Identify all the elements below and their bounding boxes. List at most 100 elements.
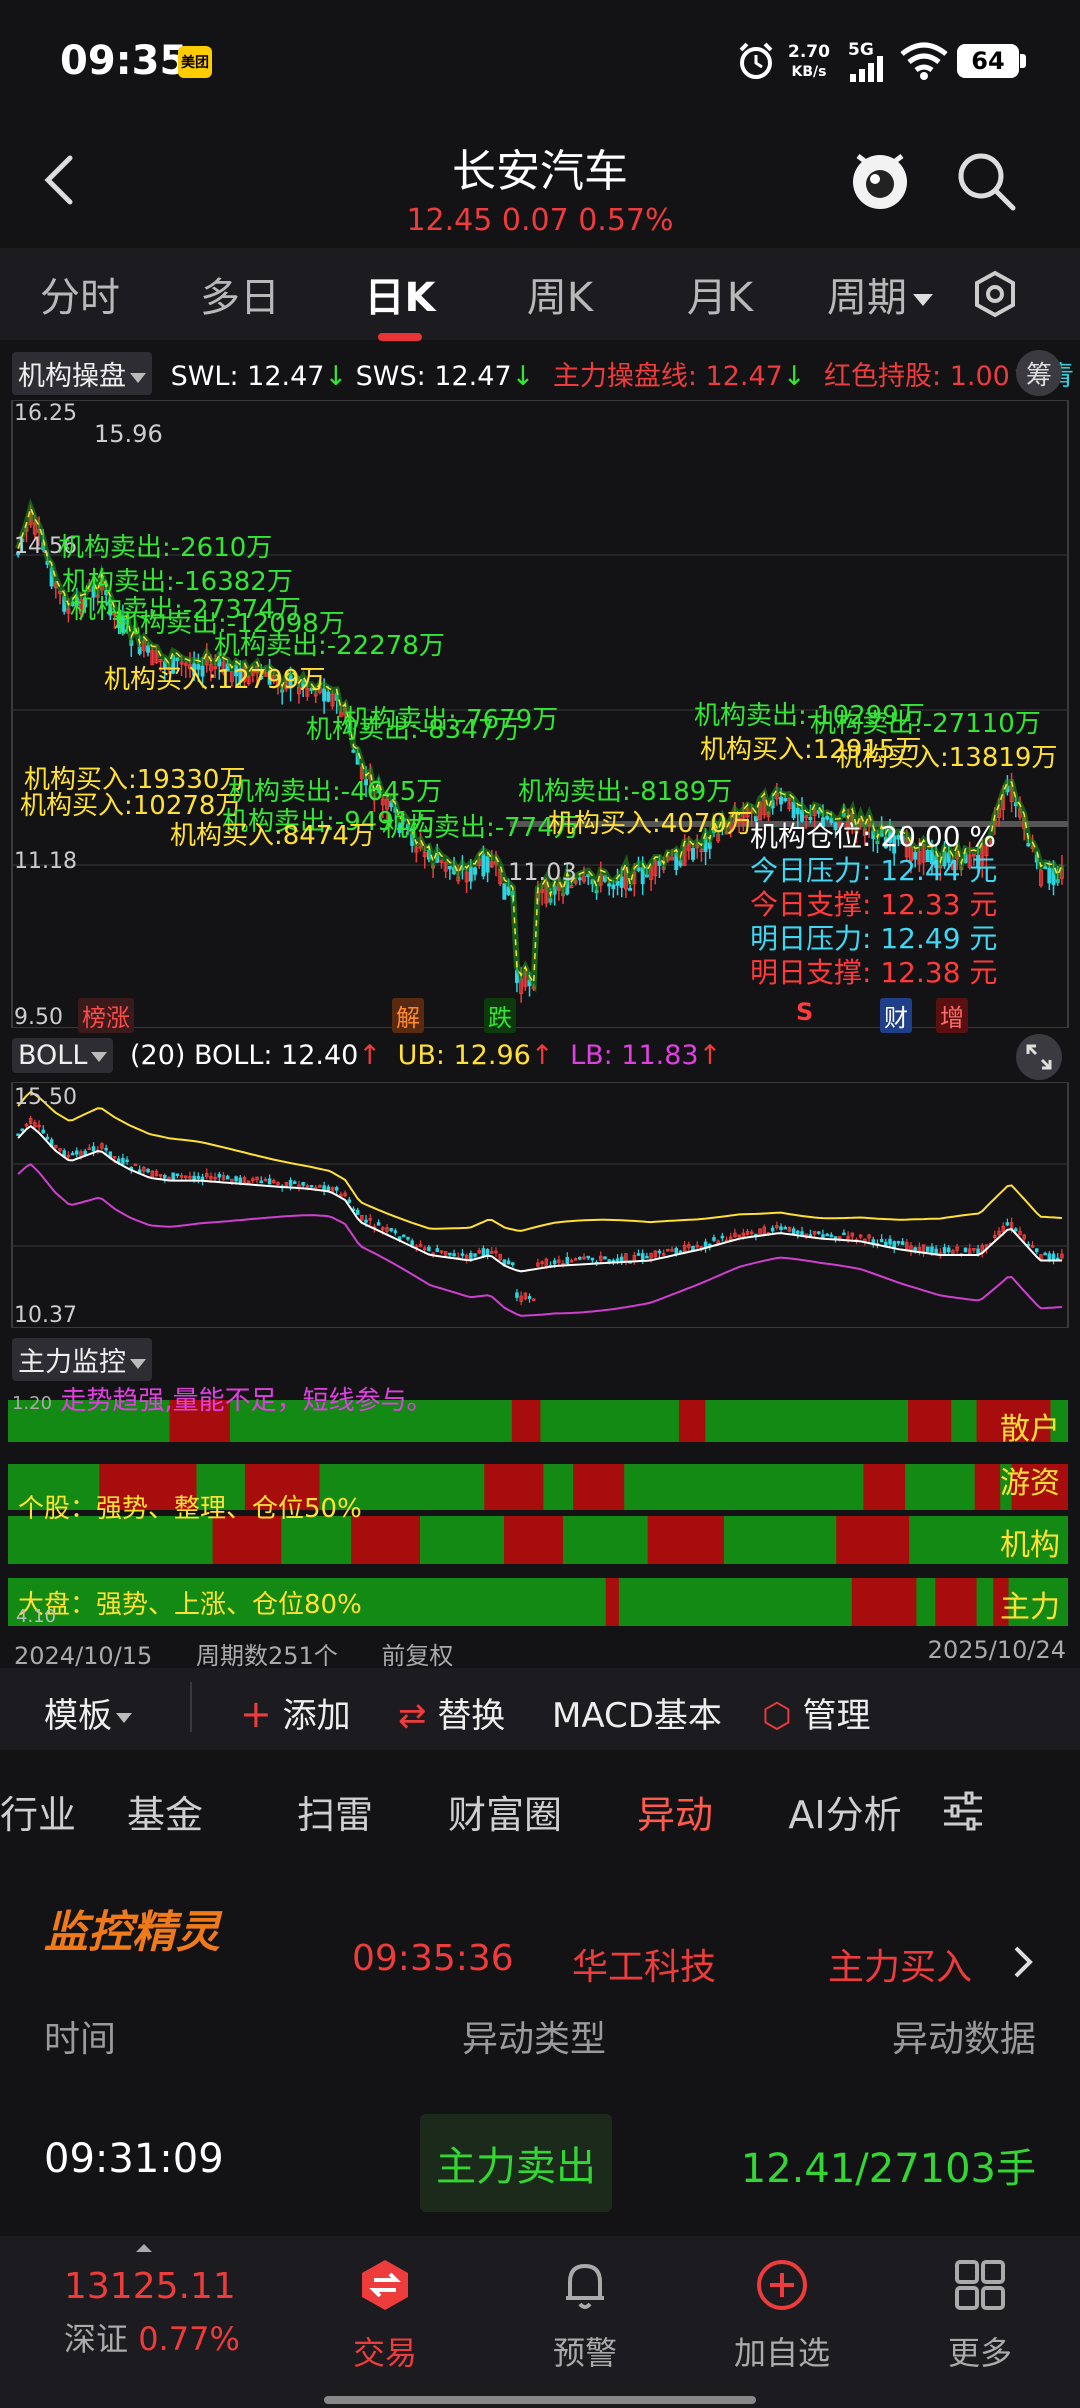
chevron-down-icon	[116, 1712, 132, 1723]
annotation-label: 机构买入:12799万	[104, 665, 325, 695]
filter-icon[interactable]	[938, 1786, 988, 1836]
market-summary: 大盘：强势、上涨、仓位80%	[18, 1590, 362, 1620]
boll-selector[interactable]: BOLL	[12, 1038, 114, 1073]
boll-upper-band	[17, 1090, 1062, 1232]
tab-industry[interactable]: 行业	[0, 1784, 80, 1839]
nav-trade[interactable]: 交易	[305, 2258, 465, 2374]
add-button[interactable]: + 添加	[240, 1688, 351, 1737]
col-time: 时间	[44, 2019, 117, 2060]
tab-daily-k[interactable]: 日K	[320, 265, 480, 341]
monitor-label-hot-money: 游资	[1000, 1466, 1060, 1501]
stat-position: 机构仓位: 20.00 %	[750, 820, 997, 853]
adjust-mode[interactable]: 前复权	[381, 1642, 453, 1670]
main-indicator-header: 机构操盘 SWL: 12.47↓ SWS: 12.47↓ 主力操盘线: 12.4…	[12, 352, 1074, 395]
tab-wealth-circle[interactable]: 财富圈	[420, 1784, 590, 1839]
grid-icon	[955, 2260, 1005, 2310]
period-count: 周期数251个	[195, 1642, 338, 1670]
add-circle-icon	[757, 2260, 807, 2310]
tab-weekly-k[interactable]: 周K	[480, 265, 640, 323]
chip-distribution-button[interactable]: 筹	[1016, 350, 1062, 396]
swl-value: SWL: 12.47	[170, 361, 325, 392]
event-tag-increase[interactable]: 增	[936, 998, 968, 1033]
monitor-bottom-label: 4.10	[16, 1606, 57, 1627]
period-tabs: 分时 多日 日K 周K 月K 周期	[0, 248, 1080, 341]
mascot-icon[interactable]	[848, 148, 912, 212]
monitor-selector[interactable]: 主力监控	[12, 1338, 152, 1381]
alarm-icon	[739, 42, 773, 79]
manage-button[interactable]: ⬡ 管理	[762, 1688, 871, 1737]
high-price-label: 15.96	[94, 420, 163, 448]
template-toolbar: 模板 + 添加 ⇄ 替换 MACD基本 ⬡ 管理	[0, 1668, 1080, 1750]
col-data: 异动数据	[891, 2019, 1036, 2060]
expand-icon[interactable]	[1016, 1034, 1062, 1080]
event-tag-rank[interactable]: 榜涨	[78, 998, 134, 1033]
annotation-label: 机构买入:10278万	[20, 791, 241, 821]
log-time: 09:31:09	[44, 2136, 224, 2182]
tab-period-label: 周期	[827, 275, 907, 321]
chevron-down-icon	[130, 372, 146, 383]
nav-more[interactable]: 更多	[900, 2258, 1060, 2374]
monitor-label-main-force: 主力	[1000, 1590, 1060, 1625]
boll-chart[interactable]: 15.50 10.37	[0, 1082, 1080, 1328]
tab-fund[interactable]: 基金	[80, 1784, 250, 1839]
monitor-logo: 监控精灵	[44, 1907, 220, 1958]
event-tag-drop[interactable]: 跌	[484, 998, 516, 1033]
boll-ub: UB: 12.96	[397, 1040, 531, 1071]
main-indicator-selector[interactable]: 机构操盘	[12, 352, 152, 395]
tab-period[interactable]: 周期	[800, 265, 960, 323]
tab-monthly-k[interactable]: 月K	[640, 265, 800, 323]
monitor-header: 主力监控	[12, 1338, 152, 1381]
annotation-label: 机构卖出:-4645万	[228, 777, 442, 807]
log-row[interactable]: 09:31:09 主力卖出 12.41/27103手	[0, 2100, 1080, 2220]
replace-icon: ⇄	[398, 1696, 427, 1736]
event-tag-unlock[interactable]: 解	[392, 998, 424, 1033]
boll-middle-band	[17, 1124, 1062, 1273]
annotation-label: 机构卖出:-22278万	[214, 631, 445, 661]
annotation-label: 机构卖出:-16382万	[62, 567, 293, 597]
tab-abnormal[interactable]: 异动	[590, 1784, 760, 1839]
index-info[interactable]: 深证 0.77%	[64, 2314, 240, 2360]
index-value[interactable]: 13125.11	[64, 2266, 236, 2307]
event-tag-s[interactable]: S	[792, 998, 817, 1026]
date-axis: 2024/10/15 周期数251个 前复权 2025/10/24	[14, 1636, 1066, 1671]
bottom-nav: 13125.11 深证 0.77% 交易 预警 加自选 更多	[0, 2236, 1080, 2408]
replace-button[interactable]: ⇄ 替换	[398, 1688, 505, 1737]
log-data: 12.41/27103手	[740, 2146, 1036, 2192]
search-icon[interactable]	[955, 150, 1017, 212]
y-label-3: 11.18	[14, 849, 77, 874]
monitor-label-retail: 散户	[1000, 1412, 1060, 1447]
battery-level: 64	[957, 44, 1019, 78]
institution-annotations: 机构卖出:-2610万机构卖出:-16382万机构卖出:-27374万机构卖出:…	[20, 533, 1057, 851]
settings-hexagon-icon[interactable]	[970, 269, 1020, 319]
tab-ai-analysis[interactable]: AI分析	[760, 1784, 930, 1839]
tab-mine-scan[interactable]: 扫雷	[250, 1784, 420, 1839]
date-start: 2024/10/15	[14, 1642, 153, 1670]
nav-alert[interactable]: 预警	[505, 2258, 665, 2374]
template-dropdown[interactable]: 模板	[44, 1688, 132, 1737]
annotation-label: 机构买入:8474万	[170, 821, 375, 851]
home-indicator	[324, 2396, 756, 2404]
monitor-label-institution: 机构	[1000, 1528, 1060, 1563]
chevron-down-icon	[91, 1051, 108, 1062]
plus-icon: +	[240, 1692, 272, 1736]
stat-tomorrow-resistance: 明日压力: 12.49 元	[750, 922, 998, 955]
ticker-time: 09:35:36	[352, 1938, 514, 1979]
event-tag-finance[interactable]: 财	[880, 998, 912, 1033]
tab-intraday[interactable]: 分时	[0, 265, 160, 323]
annotation-label: 机构买入:4070万	[548, 809, 753, 839]
macd-template[interactable]: MACD基本	[552, 1688, 722, 1737]
hexagon-icon: ⬡	[762, 1696, 792, 1736]
sws-value: SWS: 12.47	[355, 361, 512, 392]
trade-icon	[362, 2260, 408, 2310]
boll-lb: LB: 11.83	[570, 1040, 699, 1071]
tab-multi-day[interactable]: 多日	[160, 265, 320, 323]
wifi-icon	[900, 42, 948, 80]
boll-candles	[16, 1115, 1064, 1306]
chevron-up-icon	[136, 2244, 152, 2252]
boll-y-top: 15.50	[14, 1085, 77, 1110]
monitor-ticker[interactable]: 监控精灵 09:35:36 华工科技 主力买入	[0, 1860, 1080, 1988]
chevron-down-icon	[130, 1358, 146, 1369]
annotation-label: 机构卖出:-8347万	[306, 715, 520, 745]
col-type: 异动类型	[462, 2019, 607, 2060]
nav-add-watchlist[interactable]: 加自选	[702, 2258, 862, 2374]
